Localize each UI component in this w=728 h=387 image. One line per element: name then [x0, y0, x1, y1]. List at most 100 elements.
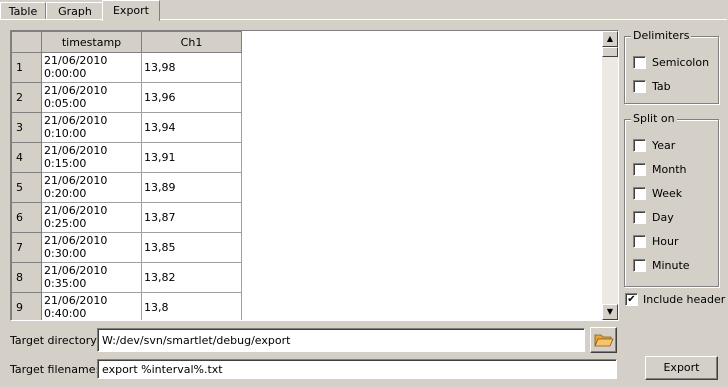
- checkbox-label: Day: [652, 210, 674, 224]
- checkbox-day[interactable]: Day: [633, 210, 674, 224]
- checkbox-box[interactable]: [633, 258, 646, 272]
- cell-time: 0:05:00: [44, 97, 87, 110]
- checkbox-box[interactable]: [633, 162, 646, 176]
- table-row[interactable]: 5 21/06/2010 0:20:00 13,89: [11, 172, 242, 203]
- ch1-cell[interactable]: 13,8: [141, 292, 242, 320]
- timestamp-cell[interactable]: 21/06/2010 0:30:00: [41, 232, 142, 263]
- ch1-cell[interactable]: 13,98: [141, 52, 242, 83]
- row-header[interactable]: 5: [11, 172, 42, 203]
- checkbox-box[interactable]: [633, 210, 646, 224]
- checkbox-month[interactable]: Month: [633, 162, 686, 176]
- cell-date: 21/06/2010: [44, 174, 108, 187]
- checkbox-label: Week: [652, 186, 683, 200]
- table-row[interactable]: 7 21/06/2010 0:30:00 13,85: [11, 232, 242, 263]
- scroll-thumb[interactable]: [602, 47, 618, 57]
- checkbox-week[interactable]: Week: [633, 186, 682, 200]
- checkmark-icon: ✔: [627, 293, 636, 305]
- row-header[interactable]: 2: [11, 82, 42, 113]
- cell-value: 13,98: [144, 61, 176, 74]
- ch1-cell[interactable]: 13,89: [141, 172, 242, 203]
- data-table: timestamp Ch1 1 21/06/2010 0:00:00 13,98 2 21…: [11, 31, 242, 320]
- column-header-timestamp[interactable]: timestamp: [41, 31, 142, 53]
- table-row[interactable]: 9 21/06/2010 0:40:00 13,8: [11, 292, 242, 320]
- checkbox-minute[interactable]: Minute: [633, 258, 690, 272]
- tab-export[interactable]: Export: [102, 0, 160, 21]
- timestamp-cell[interactable]: 21/06/2010 0:15:00: [41, 142, 142, 173]
- timestamp-cell[interactable]: 21/06/2010 0:05:00: [41, 82, 142, 113]
- corner-header: [11, 31, 42, 53]
- cell-time: 0:30:00: [44, 247, 87, 260]
- ch1-cell[interactable]: 13,82: [141, 262, 242, 293]
- row-header[interactable]: 9: [11, 292, 42, 320]
- cell-value: 13,8: [144, 301, 169, 314]
- timestamp-cell[interactable]: 21/06/2010 0:40:00: [41, 292, 142, 320]
- cell-time: 0:25:00: [44, 217, 87, 230]
- delimiters-group: Delimiters Semicolon Tab: [624, 29, 719, 104]
- cell-time: 0:35:00: [44, 277, 87, 290]
- vertical-scrollbar[interactable]: ▲ ▼: [602, 31, 618, 320]
- row-header[interactable]: 4: [11, 142, 42, 173]
- cell-time: 0:20:00: [44, 187, 87, 200]
- ch1-cell[interactable]: 13,91: [141, 142, 242, 173]
- cell-date: 21/06/2010: [44, 204, 108, 217]
- delimiters-title: Delimiters: [631, 29, 692, 42]
- column-header-ch1[interactable]: Ch1: [141, 31, 242, 53]
- table-row[interactable]: 8 21/06/2010 0:35:00 13,82: [11, 262, 242, 293]
- timestamp-cell[interactable]: 21/06/2010 0:35:00: [41, 262, 142, 293]
- arrow-down-icon[interactable]: ▼: [602, 304, 618, 320]
- cell-value: 13,91: [144, 151, 176, 164]
- cell-value: 13,96: [144, 91, 176, 104]
- checkbox-box[interactable]: [633, 138, 646, 152]
- table-row[interactable]: 4 21/06/2010 0:15:00 13,91: [11, 142, 242, 173]
- row-header[interactable]: 1: [11, 52, 42, 83]
- checkbox-box[interactable]: [633, 234, 646, 248]
- checkbox-label: Include header: [643, 292, 726, 306]
- ch1-cell[interactable]: 13,85: [141, 232, 242, 263]
- cell-date: 21/06/2010: [44, 264, 108, 277]
- tab-graph[interactable]: Graph: [46, 2, 104, 20]
- checkbox-hour[interactable]: Hour: [633, 234, 679, 248]
- checkbox-label: Year: [652, 138, 676, 152]
- row-header[interactable]: 7: [11, 232, 42, 263]
- cell-value: 13,82: [144, 271, 176, 284]
- checkbox-tab[interactable]: Tab: [633, 79, 671, 93]
- checkbox-box[interactable]: [633, 55, 646, 69]
- target-directory-label: Target directory:: [10, 334, 100, 347]
- arrow-up-icon[interactable]: ▲: [602, 31, 618, 47]
- timestamp-cell[interactable]: 21/06/2010 0:20:00: [41, 172, 142, 203]
- browse-folder-button[interactable]: [590, 327, 617, 353]
- cell-date: 21/06/2010: [44, 84, 108, 97]
- table-row[interactable]: 3 21/06/2010 0:10:00 13,94: [11, 112, 242, 143]
- checkbox-box[interactable]: ✔: [625, 292, 638, 306]
- checkbox-include-header[interactable]: ✔ Include header: [625, 292, 725, 306]
- timestamp-cell[interactable]: 21/06/2010 0:10:00: [41, 112, 142, 143]
- checkbox-label: Tab: [652, 79, 671, 93]
- timestamp-cell[interactable]: 21/06/2010 0:25:00: [41, 202, 142, 233]
- checkbox-box[interactable]: [633, 186, 646, 200]
- cell-value: 13,85: [144, 241, 176, 254]
- cell-date: 21/06/2010: [44, 144, 108, 157]
- target-filename-input[interactable]: export %interval%.txt: [97, 359, 617, 379]
- export-button[interactable]: Export: [645, 356, 718, 380]
- cell-date: 21/06/2010: [44, 114, 108, 127]
- checkbox-semicolon[interactable]: Semicolon: [633, 55, 709, 69]
- cell-value: 13,94: [144, 121, 176, 134]
- row-header[interactable]: 8: [11, 262, 42, 293]
- checkbox-box[interactable]: [633, 79, 646, 93]
- tab-table[interactable]: Table: [0, 2, 46, 20]
- row-header[interactable]: 3: [11, 112, 42, 143]
- table-row[interactable]: 1 21/06/2010 0:00:00 13,98: [11, 52, 242, 83]
- row-header[interactable]: 6: [11, 202, 42, 233]
- cell-time: 0:15:00: [44, 157, 87, 170]
- ch1-cell[interactable]: 13,96: [141, 82, 242, 113]
- data-grid[interactable]: timestamp Ch1 1 21/06/2010 0:00:00 13,98 2 21…: [10, 30, 619, 321]
- table-row[interactable]: 6 21/06/2010 0:25:00 13,87: [11, 202, 242, 233]
- table-row[interactable]: 2 21/06/2010 0:05:00 13,96: [11, 82, 242, 113]
- cell-time: 0:10:00: [44, 127, 87, 140]
- timestamp-cell[interactable]: 21/06/2010 0:00:00: [41, 52, 142, 83]
- cell-date: 21/06/2010: [44, 54, 108, 67]
- target-directory-input[interactable]: W:/dev/svn/smartlet/debug/export: [97, 328, 585, 352]
- checkbox-year[interactable]: Year: [633, 138, 675, 152]
- ch1-cell[interactable]: 13,94: [141, 112, 242, 143]
- ch1-cell[interactable]: 13,87: [141, 202, 242, 233]
